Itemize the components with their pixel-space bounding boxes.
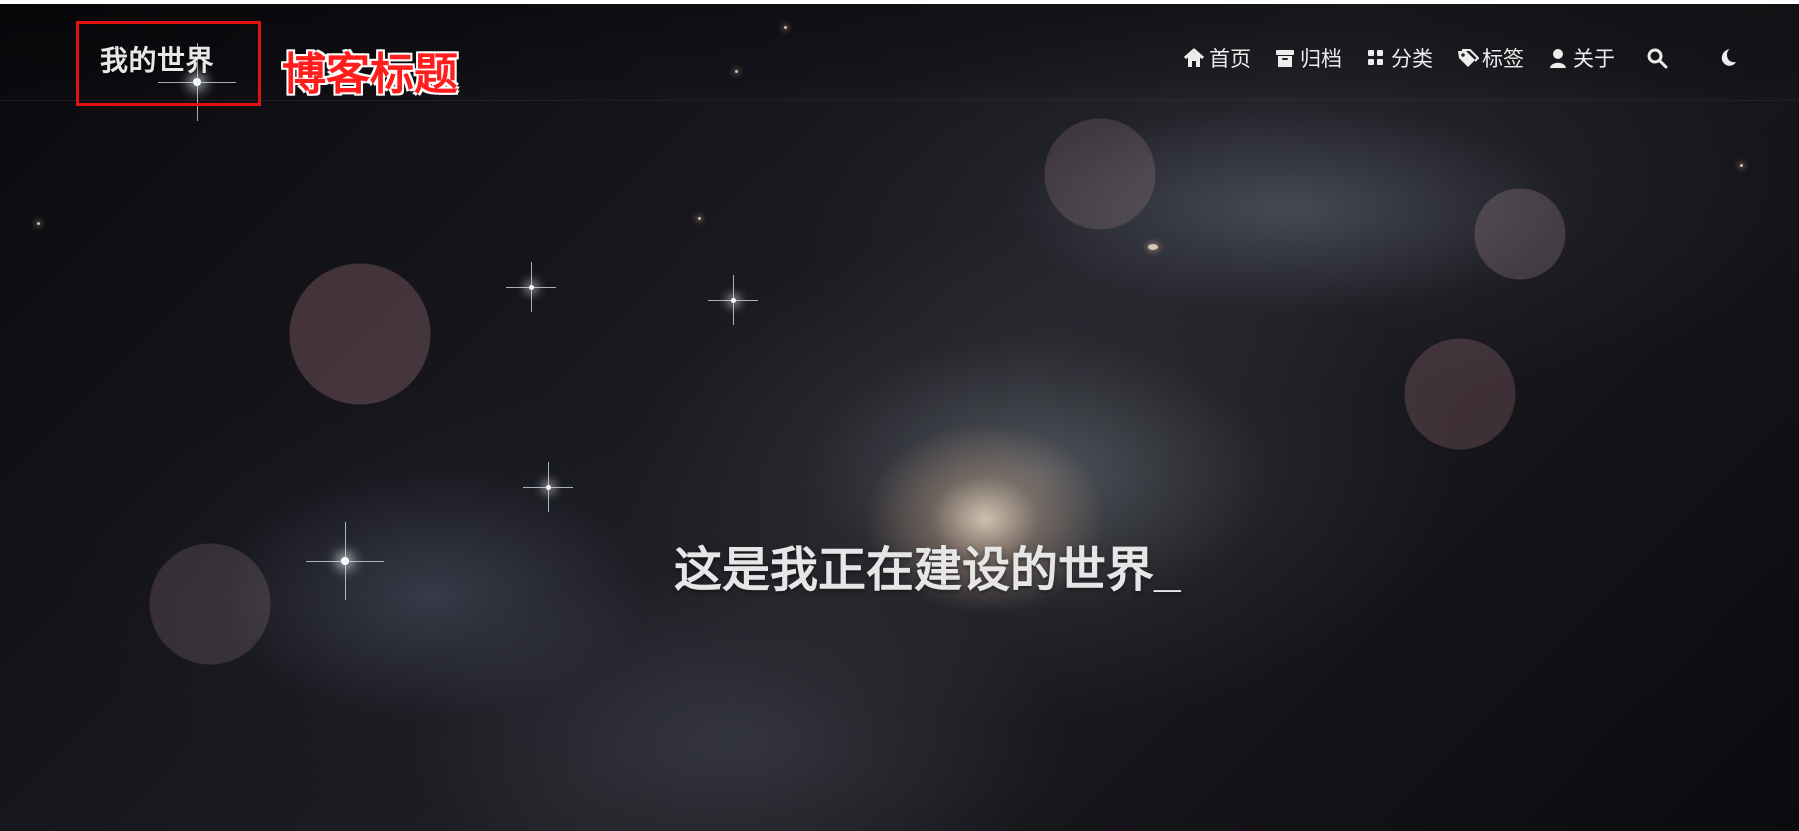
bright-star	[506, 262, 556, 312]
nav-archive-label: 归档	[1300, 48, 1342, 71]
nav-home-label: 首页	[1209, 48, 1251, 71]
star-dot	[698, 217, 701, 220]
page: 我的世界 博客标题 首页 归档 分类 标签 关于 这是我正在建设的世界_	[0, 0, 1799, 831]
nav-category-link[interactable]: 分类	[1364, 43, 1433, 73]
nav-about-label: 关于	[1573, 48, 1615, 71]
star-dot	[1740, 164, 1743, 167]
hero-typing-text: 这是我正在建设的世界_	[674, 544, 1181, 598]
blog-title-annotation: 博客标题	[282, 50, 458, 99]
search-button[interactable]	[1645, 46, 1669, 70]
top-navigation: 首页 归档 分类 标签 关于	[1182, 44, 1739, 72]
nav-home-link[interactable]: 首页	[1182, 43, 1251, 73]
search-icon	[1645, 47, 1669, 69]
bright-star	[708, 275, 758, 325]
star-dot	[784, 26, 787, 29]
star-dot	[37, 222, 40, 225]
bright-star	[306, 522, 384, 600]
user-icon	[1546, 47, 1570, 69]
galaxy-hero-background: 我的世界 博客标题 首页 归档 分类 标签 关于 这是我正在建设的世界_	[0, 4, 1799, 831]
archive-icon	[1273, 47, 1297, 69]
home-icon	[1182, 47, 1206, 69]
nav-about-link[interactable]: 关于	[1546, 43, 1615, 73]
galaxy-dot	[1148, 244, 1158, 250]
nav-category-label: 分类	[1391, 48, 1433, 71]
moon-icon	[1715, 47, 1739, 69]
nav-tag-link[interactable]: 标签	[1455, 43, 1524, 73]
blog-title-link[interactable]: 我的世界	[100, 39, 214, 79]
nav-tag-label: 标签	[1482, 48, 1524, 71]
bright-star	[523, 462, 573, 512]
tag-icon	[1455, 47, 1479, 69]
nav-archive-link[interactable]: 归档	[1273, 43, 1342, 73]
star-dot	[735, 70, 738, 73]
theme-toggle-button[interactable]	[1715, 46, 1739, 70]
category-icon	[1364, 47, 1388, 69]
